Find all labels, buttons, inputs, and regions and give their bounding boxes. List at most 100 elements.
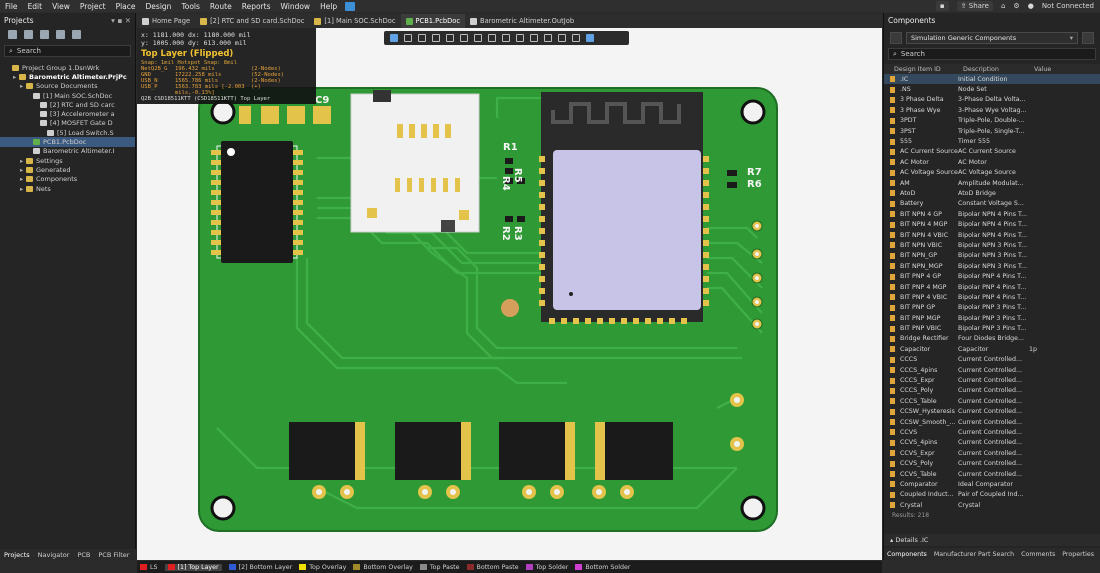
bar-chart-icon[interactable] <box>446 34 454 42</box>
library-select[interactable]: Simulation Generic Components ▾ <box>906 32 1078 44</box>
component-row[interactable]: Comparator Ideal Comparator <box>884 479 1100 489</box>
tab-components[interactable]: Components <box>887 551 927 558</box>
component-row[interactable]: Bridge Rectifier Four Diodes Bridge... <box>884 334 1100 344</box>
menu-edit[interactable]: Edit <box>23 2 48 11</box>
tree-item[interactable]: ▸ Components <box>0 175 135 184</box>
component-row[interactable]: CCCS_Poly Current Controlled... <box>884 386 1100 396</box>
tree-item[interactable]: ▸ Source Documents <box>0 82 135 91</box>
component-row[interactable]: AM Amplitude Modulat... <box>884 178 1100 188</box>
menu-reports[interactable]: Reports <box>237 2 276 11</box>
component-row[interactable]: CCVS_4pins Current Controlled... <box>884 438 1100 448</box>
layer-tab[interactable]: Top Overlay <box>299 564 346 571</box>
filter-icon[interactable] <box>390 34 398 42</box>
menu-project[interactable]: Project <box>75 2 111 11</box>
menu-file[interactable]: File <box>0 2 23 11</box>
folder-icon[interactable] <box>56 30 65 39</box>
doc-tab-pcb1[interactable]: PCB1.PcbDoc <box>400 14 466 28</box>
tab-comments[interactable]: Comments <box>1021 551 1055 558</box>
line-icon[interactable] <box>572 34 580 42</box>
component-row[interactable]: BIT PNP 4 VBIC Bipolar PNP 4 Pins T... <box>884 292 1100 302</box>
layer-tab[interactable]: [2] Bottom Layer <box>228 564 292 571</box>
menu-design[interactable]: Design <box>141 2 177 11</box>
tab-pcb[interactable]: PCB <box>77 551 90 559</box>
3d-body-icon[interactable] <box>586 34 594 42</box>
component-row[interactable]: BIT PNP GP Bipolar PNP 3 Pins T... <box>884 303 1100 313</box>
menu-tools[interactable]: Tools <box>176 2 204 11</box>
tree-item[interactable]: [2] RTC and SD carc <box>0 100 135 109</box>
filter-icon[interactable] <box>890 32 902 44</box>
component-row[interactable]: BIT NPN 4 MGP Bipolar NPN 4 Pins T... <box>884 219 1100 229</box>
menu-view[interactable]: View <box>47 2 75 11</box>
component-row[interactable]: 3PDT Triple-Pole, Double-... <box>884 116 1100 126</box>
col-description[interactable]: Description <box>963 66 1034 73</box>
component-row[interactable]: Battery Constant Voltage S... <box>884 199 1100 209</box>
component-row[interactable]: BIT PNP 4 MGP Bipolar PNP 4 Pins T... <box>884 282 1100 292</box>
component-row[interactable]: 3PST Triple-Pole, Single-T... <box>884 126 1100 136</box>
tree-item[interactable]: ▸ Settings <box>0 156 135 165</box>
region-icon[interactable] <box>530 34 538 42</box>
component-row[interactable]: CCCS_Table Current Controlled... <box>884 396 1100 406</box>
tree-item[interactable]: Barometric Altimeter.I <box>0 147 135 156</box>
tree-item[interactable]: PCB1.PcbDoc <box>0 137 135 147</box>
open-icon[interactable] <box>24 30 33 39</box>
component-row[interactable]: CCVS_Poly Current Controlled... <box>884 458 1100 468</box>
pcb-canvas[interactable]: C9 R1 R4 R5 R2 R3 R7 R6 x: 1181.000 dx: … <box>137 28 882 560</box>
select-icon[interactable] <box>432 34 440 42</box>
polygon-icon[interactable] <box>474 34 482 42</box>
tree-item[interactable]: ▸ Generated <box>0 165 135 174</box>
new-icon[interactable] <box>40 30 49 39</box>
arc-icon[interactable] <box>516 34 524 42</box>
component-row[interactable]: 555 Timer 555 <box>884 136 1100 146</box>
doc-tab-rtc-sd[interactable]: [2] RTC and SD card.SchDoc <box>195 14 309 28</box>
component-row[interactable]: BIT PNP MGP Bipolar PNP 3 Pins T... <box>884 313 1100 323</box>
settings-icon[interactable] <box>72 30 81 39</box>
share-button[interactable]: ⇪ Share <box>956 1 993 11</box>
tree-item[interactable]: ▸ Barometric Altimeter.PrjPc <box>0 72 135 81</box>
component-row[interactable]: CCVS_Table Current Controlled... <box>884 469 1100 479</box>
panel-controls[interactable]: ▾ ▪ ✕ <box>111 16 131 25</box>
user-icon[interactable]: ● <box>1028 2 1034 10</box>
component-row[interactable]: CCCS_4pins Current Controlled... <box>884 365 1100 375</box>
layer-tab[interactable]: [1] Top Layer <box>164 563 222 571</box>
tree-item[interactable]: [1] Main SOC.SchDoc <box>0 91 135 100</box>
tree-item[interactable]: [5] Load Switch.S <box>0 128 135 137</box>
component-row[interactable]: Capacitor Capacitor 1p <box>884 344 1100 354</box>
component-row[interactable]: CCSW_Hysteresis Current Controlled... <box>884 407 1100 417</box>
layer-tab[interactable]: Top Solder <box>525 564 568 571</box>
tab-manufacturer-part-search[interactable]: Manufacturer Part Search <box>934 551 1014 558</box>
component-row[interactable]: .IC Initial Condition <box>884 74 1100 85</box>
component-row[interactable]: BIT NPN_GP Bipolar NPN 3 Pins T... <box>884 251 1100 261</box>
component-row[interactable]: CCCS_Expr Current Controlled... <box>884 375 1100 385</box>
doc-tab-main-soc[interactable]: [1] Main SOC.SchDoc <box>309 14 400 28</box>
tree-item[interactable]: [3] Accelerometer a <box>0 109 135 118</box>
add-icon[interactable] <box>418 34 426 42</box>
component-row[interactable]: CCSW_Smooth_... Current Controlled... <box>884 417 1100 427</box>
menu-icon[interactable] <box>1082 32 1094 44</box>
component-row[interactable]: .NS Node Set <box>884 84 1100 94</box>
tab-pcb-filter[interactable]: PCB Filter <box>98 551 129 559</box>
tree-item[interactable]: ▸ Nets <box>0 184 135 193</box>
component-row[interactable]: AC Motor AC Motor <box>884 157 1100 167</box>
component-row[interactable]: 3 Phase Wye 3-Phase Wye Voltag... <box>884 105 1100 115</box>
doc-tab-home[interactable]: Home Page <box>137 14 195 28</box>
components-search-input[interactable]: ⌕ Search <box>888 48 1096 60</box>
gear-icon[interactable]: ⚙ <box>1013 2 1019 10</box>
component-row[interactable]: BIT PNP VBIC Bipolar PNP 3 Pins T... <box>884 323 1100 333</box>
tab-projects[interactable]: Projects <box>4 551 30 559</box>
home-icon[interactable]: ⌂ <box>1001 2 1005 10</box>
connection-status[interactable]: Not Connected <box>1042 2 1094 10</box>
component-row[interactable]: 3 Phase Delta 3-Phase Delta Volta... <box>884 95 1100 105</box>
component-row[interactable]: CCVS_Expr Current Controlled... <box>884 448 1100 458</box>
component-row[interactable]: CCVS Current Controlled... <box>884 427 1100 437</box>
menu-window[interactable]: Window <box>275 2 315 11</box>
component-row[interactable]: Coupled Induct... Pair of Coupled Ind... <box>884 490 1100 500</box>
component-row[interactable]: BIT PNP 4 GP Bipolar PNP 4 Pins T... <box>884 271 1100 281</box>
fill-icon[interactable] <box>544 34 552 42</box>
projects-search-input[interactable]: ⌕ Search <box>4 45 131 57</box>
menu-help[interactable]: Help <box>315 2 342 11</box>
save-icon[interactable] <box>8 30 17 39</box>
component-row[interactable]: AtoD AtoD Bridge <box>884 188 1100 198</box>
text-icon[interactable] <box>558 34 566 42</box>
layer-tab[interactable]: Bottom Solder <box>575 564 631 571</box>
run-icon[interactable] <box>345 1 356 11</box>
